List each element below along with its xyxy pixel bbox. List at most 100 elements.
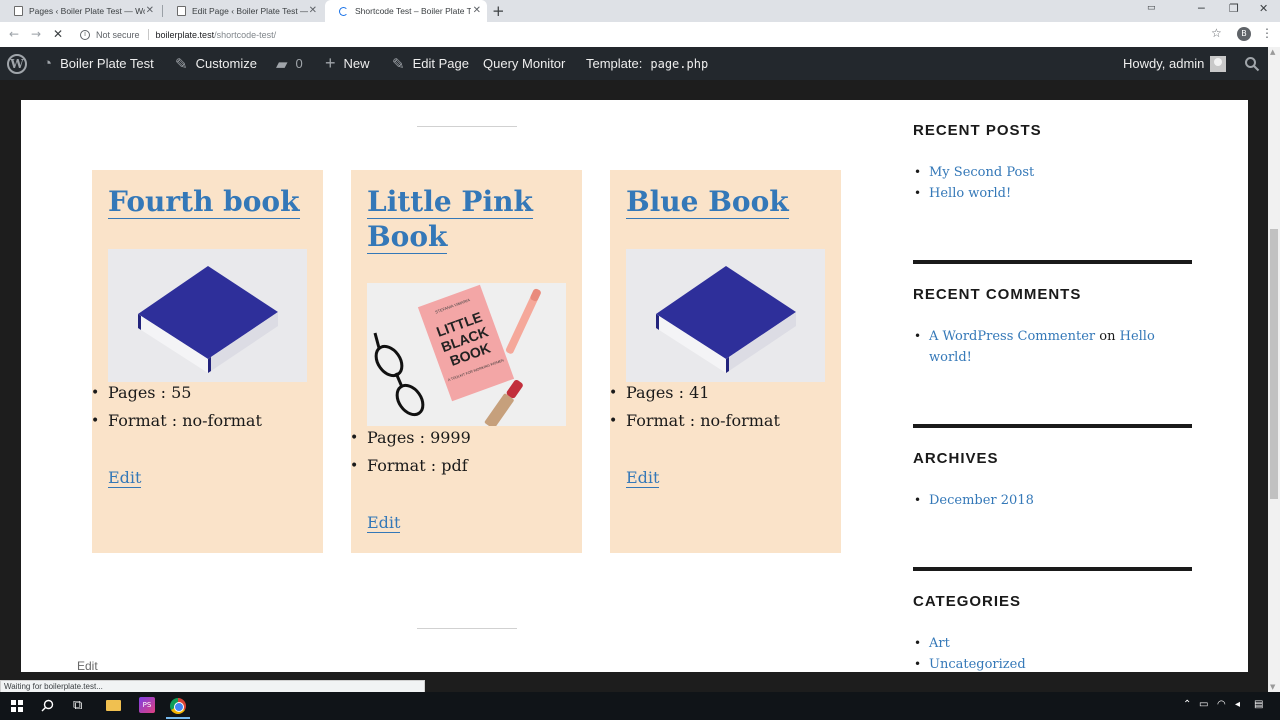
- search-button[interactable]: [1244, 47, 1260, 80]
- customize-button[interactable]: ✎ Customize: [175, 47, 257, 80]
- tray-expand-icon[interactable]: ⌃: [1183, 699, 1191, 710]
- comments-button[interactable]: ▰ 0: [276, 47, 303, 80]
- forward-icon[interactable]: →: [31, 27, 41, 41]
- maximize-icon[interactable]: ❐: [1229, 2, 1239, 15]
- template-info[interactable]: Template: page.php: [586, 47, 708, 80]
- dashboard-icon: ◔: [43, 55, 53, 72]
- book-meta-list: Pages : 55 Format : no-format: [91, 383, 262, 439]
- book-edit-link[interactable]: Edit: [367, 514, 401, 533]
- task-view-icon[interactable]: ⧉: [73, 698, 82, 713]
- book-format: Format : no-format: [91, 411, 262, 439]
- query-monitor-button[interactable]: Query Monitor: [483, 47, 565, 80]
- book-edit-link[interactable]: Edit: [626, 469, 660, 488]
- category-link[interactable]: Art: [929, 636, 950, 651]
- book-title: Blue Book: [626, 185, 789, 219]
- little-black-book-illustration: STEFANIA VIMARIA LITTLE BLACK BOOK A TOO…: [367, 283, 566, 426]
- book-title-link[interactable]: Fourth book: [108, 184, 308, 219]
- search-icon[interactable]: [41, 699, 54, 712]
- book-format: Format : no-format: [609, 411, 780, 439]
- blue-book-illustration: [108, 249, 307, 382]
- minimize-icon[interactable]: ─: [1198, 2, 1205, 15]
- book-card: Blue Book Pages : 41 Format : no-format …: [609, 170, 841, 553]
- page-background: Fourth book Pages : 55 Format : no-forma…: [0, 80, 1280, 675]
- file-explorer-icon[interactable]: [106, 700, 121, 711]
- book-cover-image[interactable]: STEFANIA VIMARIA LITTLE BLACK BOOK A TOO…: [367, 283, 566, 426]
- recent-post-link[interactable]: Hello world!: [929, 186, 1011, 201]
- template-file: page.php: [650, 56, 709, 71]
- close-tab-icon[interactable]: ✕: [473, 5, 481, 16]
- security-label: Not secure: [96, 29, 140, 40]
- scrollbar-thumb[interactable]: [1270, 229, 1278, 499]
- browser-tab-edit-page[interactable]: Edit Page ‹ Boiler Plate Test — WordPres…: [163, 0, 323, 22]
- browser-tab-strip: Pages ‹ Boiler Plate Test — WordPress ✕ …: [0, 0, 1280, 22]
- comment-author-link[interactable]: A WordPress Commenter: [929, 329, 1095, 344]
- windows-start-icon[interactable]: [11, 700, 23, 712]
- edit-page-button[interactable]: ✎ Edit Page: [392, 47, 469, 80]
- template-label: Template:: [586, 56, 643, 71]
- site-content: Fourth book Pages : 55 Format : no-forma…: [21, 100, 1248, 675]
- book-title-link[interactable]: Little Pink Book: [367, 184, 567, 254]
- brush-icon: ✎: [175, 55, 188, 73]
- pencil-icon: ✎: [392, 55, 405, 73]
- my-account-menu[interactable]: Howdy, admin: [1123, 47, 1227, 80]
- book-card: Fourth book Pages : 55 Format : no-forma…: [91, 170, 323, 553]
- list-item: Uncategorized: [914, 654, 1026, 675]
- back-icon[interactable]: ←: [9, 27, 19, 41]
- book-pages: Pages : 9999: [350, 428, 471, 456]
- info-icon[interactable]: i: [80, 29, 90, 40]
- scroll-up-arrow-icon[interactable]: ▲: [1270, 48, 1275, 56]
- active-app-indicator: [166, 717, 190, 719]
- url-host: boilerplate.test: [155, 29, 215, 40]
- separator: [417, 126, 517, 127]
- book-card: Little Pink Book STEFANIA VIMARIA LITTLE…: [350, 170, 582, 553]
- book-cover-image[interactable]: [626, 249, 825, 382]
- book-pages: Pages : 41: [609, 383, 780, 411]
- widget-divider: [913, 424, 1192, 428]
- archives-title: ARCHIVES: [913, 450, 999, 467]
- new-tab-icon[interactable]: +: [492, 2, 505, 20]
- wp-admin-bar: W ◔ Boiler Plate Test ✎ Customize ▰ 0 + …: [0, 47, 1280, 80]
- comment-post-link-cont[interactable]: world!: [929, 350, 972, 365]
- list-item: A WordPress Commenter on Hello world!: [914, 326, 1189, 368]
- blue-book-illustration: [626, 249, 825, 382]
- close-tab-icon[interactable]: ✕: [309, 5, 317, 16]
- bookmark-star-icon[interactable]: ☆: [1211, 26, 1222, 40]
- page-icon: [177, 6, 186, 16]
- archive-link[interactable]: December 2018: [929, 493, 1034, 508]
- browser-tab-pages[interactable]: Pages ‹ Boiler Plate Test — WordPress ✕: [0, 0, 160, 22]
- phpstorm-icon[interactable]: PS: [139, 697, 155, 713]
- scroll-down-arrow-icon[interactable]: ▼: [1270, 683, 1275, 691]
- separator: [417, 628, 517, 629]
- cast-icon[interactable]: ▭: [1147, 3, 1156, 13]
- book-cover-image[interactable]: [108, 249, 307, 382]
- book-edit-link[interactable]: Edit: [108, 469, 142, 488]
- browser-toolbar: ← → ✕ i Not secure boilerplate.test /sho…: [0, 22, 1280, 47]
- recent-comments-list: A WordPress Commenter on Hello world!: [914, 326, 1189, 368]
- close-window-icon[interactable]: ✕: [1259, 2, 1268, 15]
- comment-post-link[interactable]: Hello: [1120, 329, 1155, 344]
- list-item: Art: [914, 633, 1026, 654]
- new-content-button[interactable]: + New: [325, 47, 370, 80]
- chrome-menu-icon[interactable]: ⋮: [1261, 26, 1273, 40]
- page-edit-link[interactable]: Edit: [77, 659, 98, 673]
- avatar: [1210, 55, 1227, 72]
- wordpress-logo-button[interactable]: W: [7, 47, 27, 80]
- new-label: New: [343, 56, 370, 71]
- profile-avatar[interactable]: B: [1237, 27, 1251, 41]
- wifi-icon[interactable]: ◠: [1217, 699, 1226, 710]
- close-tab-icon[interactable]: ✕: [146, 5, 154, 16]
- page-scrollbar[interactable]: ▲ ▼: [1268, 47, 1280, 692]
- recent-post-link[interactable]: My Second Post: [929, 165, 1034, 180]
- site-name-menu[interactable]: ◔ Boiler Plate Test: [43, 47, 154, 80]
- address-bar[interactable]: i Not secure boilerplate.test /shortcode…: [74, 25, 1234, 44]
- notifications-icon[interactable]: ▤: [1254, 699, 1263, 710]
- stop-loading-icon[interactable]: ✕: [53, 27, 63, 41]
- volume-icon[interactable]: ◂: [1235, 699, 1240, 710]
- browser-tab-shortcode-test[interactable]: Shortcode Test – Boiler Plate Test ✕: [325, 0, 487, 22]
- url-path: /shortcode-test/: [214, 29, 277, 40]
- chrome-icon[interactable]: [170, 698, 186, 714]
- book-title-link[interactable]: Blue Book: [626, 184, 826, 219]
- category-link[interactable]: Uncategorized: [929, 657, 1026, 672]
- widget-divider: [913, 567, 1192, 571]
- network-icon[interactable]: ▭: [1199, 699, 1208, 710]
